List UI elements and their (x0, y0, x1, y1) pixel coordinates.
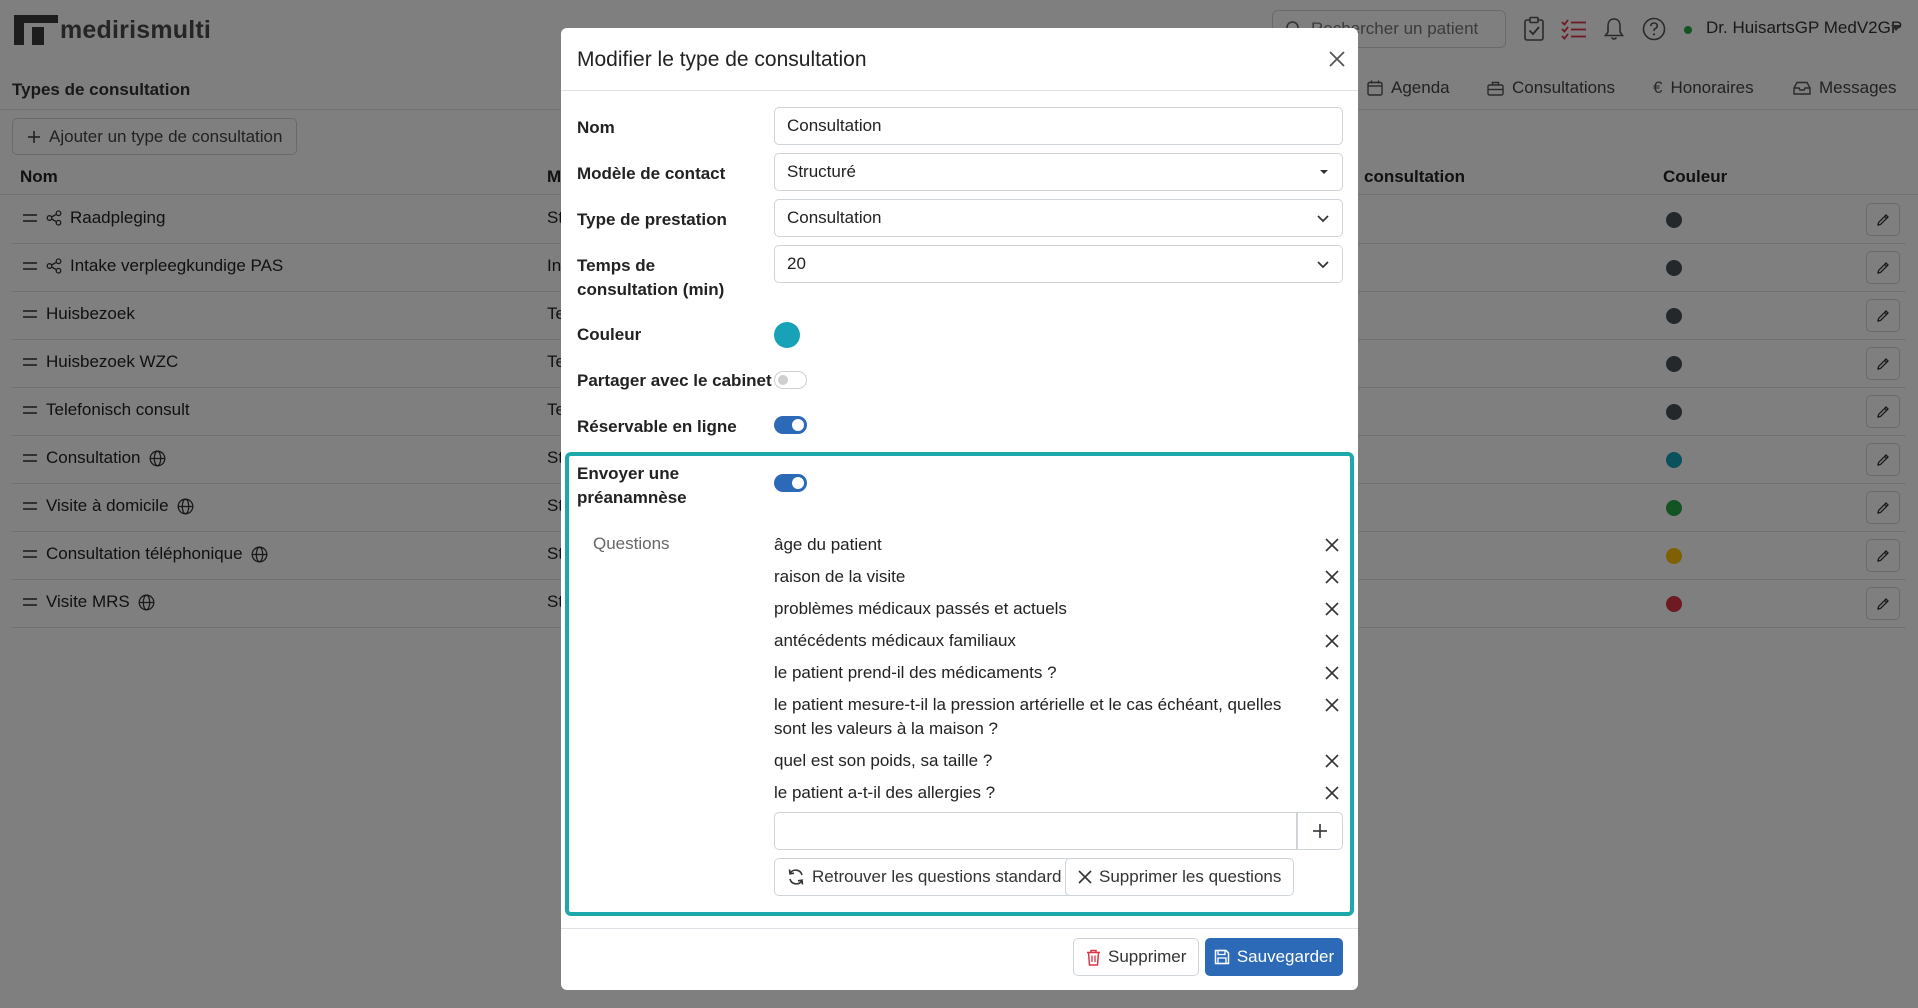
service-type-label: Type de prestation (577, 210, 727, 229)
contact-model-select[interactable]: Structuré (774, 153, 1343, 191)
question-item: le patient mesure-t-il la pression artér… (774, 695, 1282, 738)
question-item: problèmes médicaux passés et actuels (774, 599, 1067, 618)
question-item: le patient a-t-il des allergies ? (774, 783, 996, 802)
restore-button-label: Retrouver les questions standard (812, 867, 1062, 886)
contact-model-value: Structuré (787, 162, 856, 181)
trash-icon (1087, 949, 1100, 966)
modal-header: Modifier le type de consultation (561, 28, 1358, 91)
remove-question-icon[interactable] (1321, 598, 1343, 620)
service-type-select[interactable]: Consultation (774, 199, 1343, 237)
save-button-label: Sauvegarder (1236, 947, 1335, 966)
name-field[interactable]: Consultation (774, 107, 1343, 145)
add-question-button[interactable] (1297, 812, 1343, 850)
delete-questions-label: Supprimer les questions (1099, 867, 1282, 886)
delete-questions-button[interactable]: Supprimer les questions (1065, 858, 1295, 896)
remove-question-icon[interactable] (1321, 630, 1343, 652)
close-icon (1078, 870, 1092, 884)
save-icon (1214, 949, 1230, 965)
remove-question-icon[interactable] (1321, 662, 1343, 684)
edit-consultation-type-modal: Modifier le type de consultation Nom Con… (561, 28, 1358, 990)
online-booking-label: Réservable en ligne (577, 417, 737, 436)
name-value: Consultation (787, 116, 882, 135)
duration-value: 20 (787, 254, 806, 273)
question-item: quel est son poids, sa taille ? (774, 751, 993, 770)
name-label: Nom (577, 118, 615, 137)
new-question-input[interactable] (774, 812, 1297, 850)
share-label: Partager avec le cabinet (577, 371, 772, 390)
questions-label: Questions (593, 534, 670, 553)
remove-question-icon[interactable] (1321, 694, 1343, 716)
question-item: âge du patient (774, 535, 882, 554)
question-item: antécédents médicaux familiaux (774, 631, 1016, 650)
contact-model-label: Modèle de contact (577, 164, 726, 183)
chevron-down-icon (1317, 261, 1329, 269)
close-icon[interactable] (1325, 47, 1349, 71)
color-picker-swatch[interactable] (774, 322, 800, 348)
plus-icon (1313, 824, 1327, 838)
duration-select[interactable]: 20 (774, 245, 1343, 283)
pre-anamnesis-toggle[interactable] (774, 474, 807, 492)
pre-anamnesis-label: Envoyer une préanamnèse (577, 464, 687, 507)
save-button[interactable]: Sauvegarder (1205, 938, 1343, 976)
remove-question-icon[interactable] (1321, 750, 1343, 772)
remove-question-icon[interactable] (1321, 534, 1343, 556)
share-with-practice-toggle[interactable] (774, 371, 807, 389)
service-type-value: Consultation (787, 208, 882, 227)
remove-question-icon[interactable] (1321, 566, 1343, 588)
question-item: raison de la visite (774, 567, 906, 586)
modal-footer-divider (561, 928, 1358, 929)
caret-down-icon (1320, 170, 1328, 174)
online-booking-toggle[interactable] (774, 416, 807, 434)
remove-question-icon[interactable] (1321, 782, 1343, 804)
modal-title: Modifier le type de consultation (577, 48, 867, 71)
duration-label: Temps de consultation (min) (577, 256, 725, 299)
restore-standard-questions-button[interactable]: Retrouver les questions standard (774, 858, 1075, 896)
color-label: Couleur (577, 325, 642, 344)
delete-button[interactable]: Supprimer (1073, 938, 1200, 976)
delete-button-label: Supprimer (1108, 947, 1187, 966)
chevron-down-icon (1317, 215, 1329, 223)
refresh-icon (788, 869, 804, 885)
question-item: le patient prend-il des médicaments ? (774, 663, 1057, 682)
